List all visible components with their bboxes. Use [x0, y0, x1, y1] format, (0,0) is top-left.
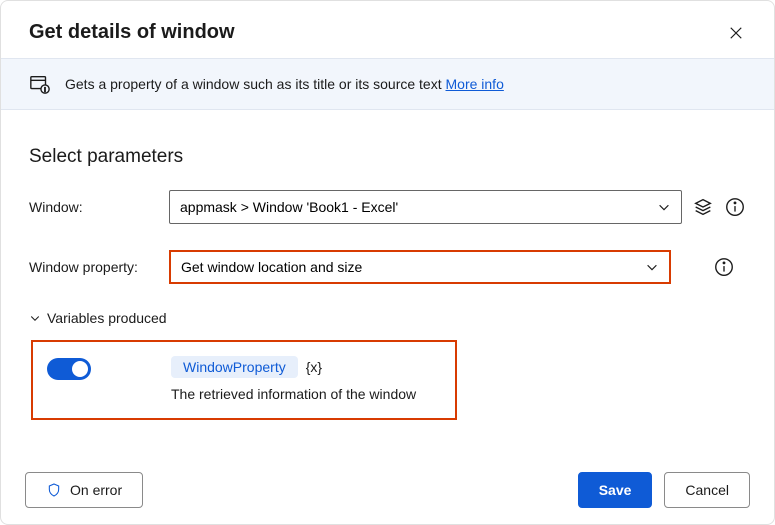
- shield-icon: [46, 482, 62, 498]
- info-icon[interactable]: [713, 256, 735, 278]
- info-icon[interactable]: [724, 196, 746, 218]
- close-icon[interactable]: [726, 23, 746, 43]
- variable-name-chip[interactable]: WindowProperty: [171, 356, 298, 378]
- more-info-link[interactable]: More info: [446, 76, 504, 92]
- section-title: Select parameters: [29, 146, 746, 168]
- property-select[interactable]: Get window location and size: [169, 250, 671, 284]
- property-select-value: Get window location and size: [181, 259, 362, 275]
- chevron-down-icon: [645, 260, 659, 274]
- window-label: Window:: [29, 199, 169, 215]
- window-info-icon: i: [29, 73, 51, 95]
- variable-description: The retrieved information of the window: [171, 386, 416, 402]
- window-select[interactable]: appmask > Window 'Book1 - Excel': [169, 190, 682, 224]
- dialog-title: Get details of window: [29, 21, 235, 44]
- variables-block: WindowProperty {x} The retrieved informa…: [31, 340, 457, 420]
- save-button[interactable]: Save: [578, 472, 653, 508]
- svg-text:i: i: [44, 87, 45, 93]
- banner-text: Gets a property of a window such as its …: [65, 76, 504, 92]
- window-select-value: appmask > Window 'Book1 - Excel': [180, 199, 398, 215]
- property-label: Window property:: [29, 259, 169, 275]
- variable-enabled-toggle[interactable]: [47, 358, 91, 380]
- ui-element-picker-icon[interactable]: [692, 196, 714, 218]
- variables-produced-toggle[interactable]: Variables produced: [29, 310, 746, 326]
- variables-header-label: Variables produced: [47, 310, 167, 326]
- variable-type: {x}: [306, 359, 322, 375]
- on-error-button[interactable]: On error: [25, 472, 143, 508]
- chevron-down-icon: [657, 200, 671, 214]
- cancel-button[interactable]: Cancel: [664, 472, 750, 508]
- chevron-down-icon: [29, 312, 41, 324]
- info-banner: i Gets a property of a window such as it…: [1, 58, 774, 110]
